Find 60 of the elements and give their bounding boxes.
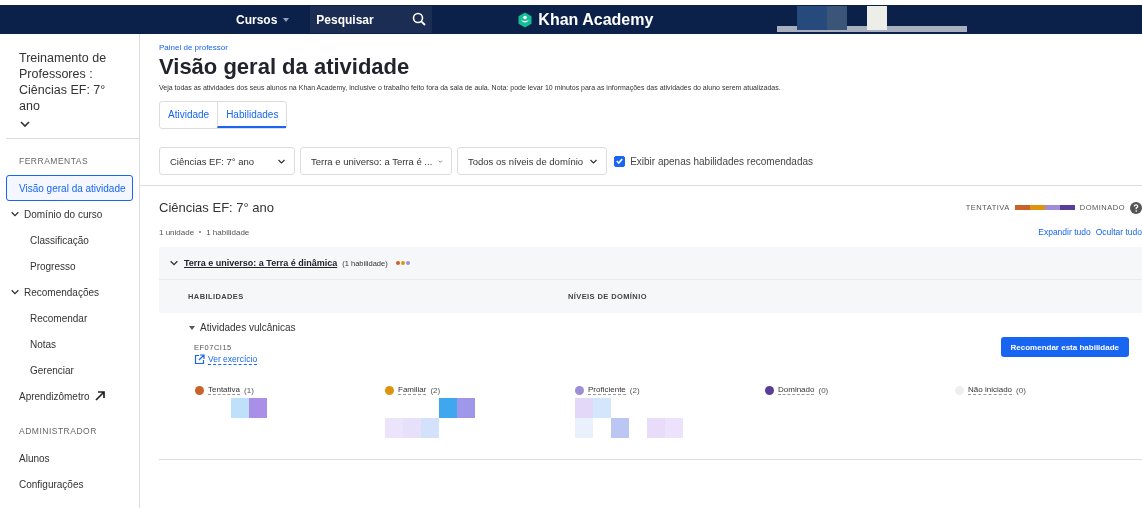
caret-icon bbox=[282, 15, 291, 24]
class-title[interactable]: Treinamento de Professores : Ciências EF: 7° ano bbox=[19, 50, 129, 114]
courses-menu[interactable]: Cursos bbox=[228, 12, 299, 27]
expand-all-link[interactable]: Expandir tudo bbox=[1038, 227, 1091, 237]
section-heading: FERRAMENTAS bbox=[18, 155, 90, 168]
filter-dropdown[interactable]: Todos os níveis de domínio bbox=[457, 147, 608, 175]
mastery-level-label[interactable]: Dominado bbox=[778, 385, 815, 395]
page-title: Visão geral da atividade bbox=[159, 54, 411, 80]
triangle-icon bbox=[188, 323, 196, 332]
nav-group-toggle[interactable]: Recomendações bbox=[6, 279, 139, 305]
tab[interactable]: Atividade bbox=[160, 102, 218, 128]
mastery-level-label[interactable]: Não iniciado bbox=[968, 385, 1013, 395]
nav-item[interactable]: Notas bbox=[6, 331, 133, 357]
student-count: (1) bbox=[244, 385, 254, 395]
nav-item[interactable]: Classificação bbox=[6, 227, 133, 253]
check-icon bbox=[615, 156, 625, 166]
tab[interactable]: Habilidades bbox=[217, 102, 287, 128]
filter-dropdown[interactable]: Ciências EF: 7° ano bbox=[159, 147, 295, 175]
collapse-all-link[interactable]: Ocultar tudo bbox=[1095, 227, 1142, 237]
nav-group-toggle[interactable]: Domínio do curso bbox=[6, 201, 139, 227]
exercise-link[interactable]: Ver exercício bbox=[194, 354, 296, 365]
mastery-level-label[interactable]: Familiar bbox=[398, 385, 427, 395]
nav-item[interactable]: Visão geral da atividade bbox=[6, 175, 133, 201]
nav-item[interactable]: Progresso bbox=[6, 253, 133, 279]
unit-title-link[interactable]: Terra e universo: a Terra é dinâmica bbox=[184, 258, 338, 268]
chevron-icon bbox=[10, 209, 20, 219]
search-field[interactable]: Pesquisar bbox=[310, 6, 433, 33]
nav-group-label: Recomendações bbox=[24, 286, 100, 298]
search-icon bbox=[412, 12, 427, 26]
chevron-icon bbox=[169, 258, 179, 268]
external-link-icon bbox=[194, 354, 205, 365]
filter-dropdown[interactable]: Terra e universo: a Terra é ... bbox=[300, 147, 452, 175]
nav-item[interactable]: Alunos bbox=[6, 445, 133, 471]
logo-text[interactable]: Khan Academy bbox=[538, 10, 654, 29]
logo-icon bbox=[517, 11, 534, 28]
mastery-level-label[interactable]: Proficiente bbox=[588, 385, 626, 395]
mastery-level-label[interactable]: Tentativa bbox=[208, 385, 241, 395]
nav-item[interactable]: Configurações bbox=[6, 471, 133, 497]
student-count: (0) bbox=[1016, 385, 1026, 395]
external-link-icon bbox=[93, 390, 106, 402]
unit-toggle[interactable] bbox=[169, 258, 179, 268]
help-icon bbox=[1130, 201, 1142, 214]
checkbox[interactable] bbox=[614, 155, 626, 167]
unit-count: 1 unidade bbox=[159, 227, 195, 237]
breadcrumb-link[interactable]: Painel de professor bbox=[159, 43, 1142, 52]
course-title: Ciências EF: 7° ano bbox=[159, 200, 275, 215]
student-count: (2) bbox=[430, 385, 441, 395]
chevron-icon bbox=[19, 118, 31, 130]
recommend-button[interactable]: Recomendar esta habilidade bbox=[1000, 337, 1129, 357]
nav-item[interactable]: Aprendizômetro bbox=[6, 383, 133, 409]
student-count: (2) bbox=[629, 385, 640, 395]
chevron-icon bbox=[10, 287, 20, 297]
pixelated-drawing bbox=[231, 398, 267, 418]
nav-item[interactable]: Recomendar bbox=[6, 305, 133, 331]
nav-group-label: Domínio do curso bbox=[24, 208, 103, 220]
student-count: (0) bbox=[818, 385, 829, 395]
checkbox-label: Exibir apenas habilidades recomendadas bbox=[630, 155, 814, 167]
nav-item[interactable]: Gerenciar bbox=[6, 357, 133, 383]
skill-count: 1 habilidade bbox=[206, 227, 250, 237]
section-heading: ADMINISTRADOR bbox=[18, 425, 98, 438]
